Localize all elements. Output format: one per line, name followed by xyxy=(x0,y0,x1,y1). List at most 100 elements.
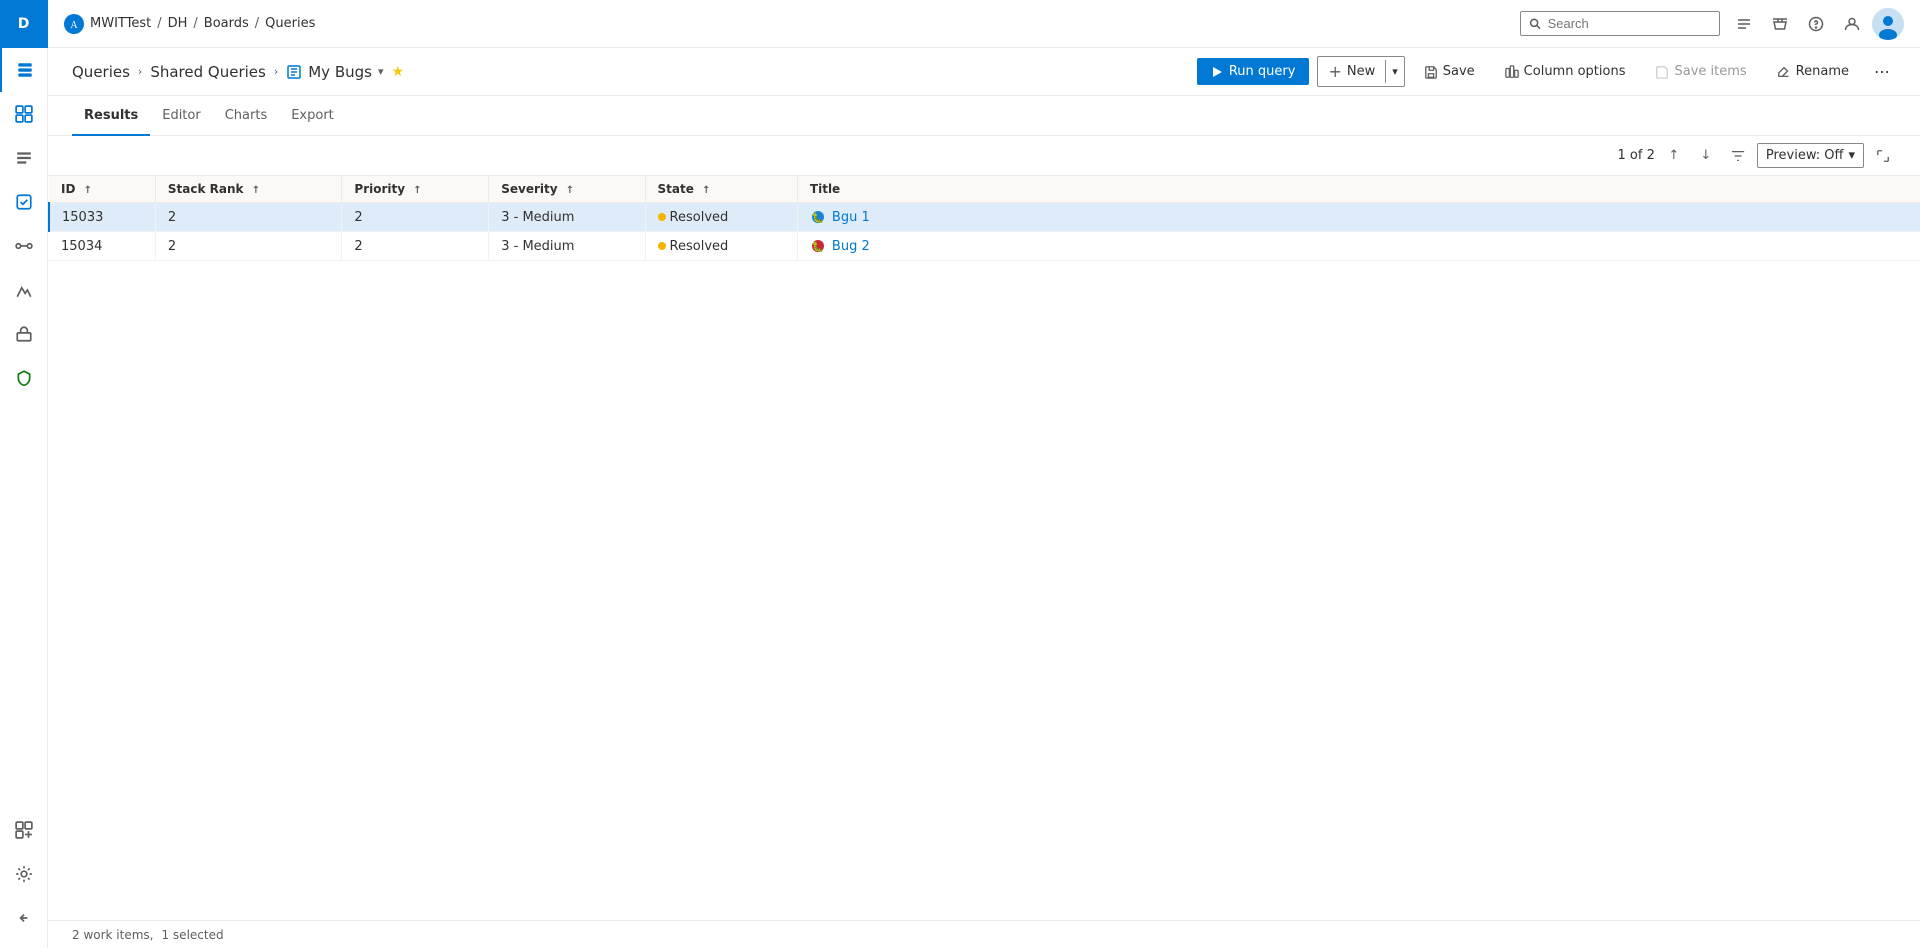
col-title[interactable]: Title xyxy=(797,176,1920,203)
pagination-down-button[interactable]: ↓ xyxy=(1693,143,1719,169)
checklist-icon[interactable] xyxy=(1728,8,1760,40)
col-id-sort: ↑ xyxy=(84,185,92,196)
preview-toggle[interactable]: Preview: Off ▾ xyxy=(1757,143,1864,168)
basket-icon[interactable] xyxy=(1764,8,1796,40)
tab-editor[interactable]: Editor xyxy=(150,96,212,136)
col-severity-sort: ↑ xyxy=(566,185,574,196)
col-state[interactable]: State ↑ xyxy=(645,176,797,203)
column-options-button[interactable]: Column options xyxy=(1494,58,1637,85)
cell-state-0: Resolved xyxy=(645,203,797,232)
account-icon[interactable] xyxy=(1836,8,1868,40)
preview-chevron: ▾ xyxy=(1848,148,1855,163)
save-items-label: Save items xyxy=(1674,64,1746,79)
sidebar-item-workitems[interactable] xyxy=(0,180,48,224)
state-dot-1 xyxy=(658,242,666,250)
cell-title-0[interactable]: 🐛 Bgu 1 xyxy=(797,203,1920,232)
table-container: ID ↑ Stack Rank ↑ Priority ↑ Severity ↑ xyxy=(48,176,1920,920)
state-text-1: Resolved xyxy=(670,239,729,254)
shared-queries-label: Shared Queries xyxy=(150,63,266,81)
breadcrumb-sep-2: / xyxy=(193,16,197,31)
breadcrumb-dh[interactable]: DH xyxy=(168,16,188,31)
new-button-main[interactable]: + New xyxy=(1318,57,1385,86)
save-icon xyxy=(1424,65,1438,79)
sidebar-item-extensions[interactable] xyxy=(0,808,48,852)
content-header: Queries › Shared Queries › My Bugs ▾ ★ R… xyxy=(48,48,1920,96)
cell-stack-rank-1: 2 xyxy=(155,232,342,261)
rename-icon xyxy=(1777,65,1791,79)
breadcrumb-boards[interactable]: Boards xyxy=(204,16,249,31)
col-severity-label: Severity xyxy=(501,182,557,196)
topbar-icons xyxy=(1728,8,1904,40)
main-content: A MWITTest / DH / Boards / Queries xyxy=(48,0,1920,948)
search-input[interactable] xyxy=(1548,16,1711,31)
rename-button[interactable]: Rename xyxy=(1766,58,1860,85)
run-query-label: Run query xyxy=(1229,64,1296,79)
breadcrumb-queries: Queries xyxy=(265,16,315,31)
sidebar-item-pipelines[interactable] xyxy=(0,224,48,268)
rename-label: Rename xyxy=(1796,64,1849,79)
search-icon xyxy=(1529,17,1542,31)
new-button-dropdown[interactable]: ▾ xyxy=(1385,60,1404,83)
search-box[interactable] xyxy=(1520,11,1720,36)
new-label: New xyxy=(1347,64,1375,79)
bug-link-0[interactable]: 🐛 Bgu 1 xyxy=(810,209,1908,225)
avatar[interactable] xyxy=(1872,8,1904,40)
col-state-sort: ↑ xyxy=(702,185,710,196)
pagination-up-button[interactable]: ↑ xyxy=(1661,143,1687,169)
save-items-icon xyxy=(1655,65,1669,79)
col-title-label: Title xyxy=(810,182,840,196)
run-query-button[interactable]: Run query xyxy=(1197,58,1310,85)
query-list-icon xyxy=(286,64,302,80)
col-stack-rank[interactable]: Stack Rank ↑ xyxy=(155,176,342,203)
results-table: ID ↑ Stack Rank ↑ Priority ↑ Severity ↑ xyxy=(48,176,1920,261)
work-items-count: 2 work items, xyxy=(72,928,153,942)
run-icon xyxy=(1211,66,1223,78)
tab-charts[interactable]: Charts xyxy=(213,96,280,136)
favorite-star-icon[interactable]: ★ xyxy=(392,64,405,80)
col-stack-rank-sort: ↑ xyxy=(252,185,260,196)
breadcrumb-project[interactable]: MWITTest xyxy=(90,16,151,31)
col-state-label: State xyxy=(658,182,694,196)
cell-priority-1: 2 xyxy=(342,232,489,261)
cell-title-1[interactable]: 🐛 Bug 2 xyxy=(797,232,1920,261)
sidebar-item-artifacts[interactable] xyxy=(0,312,48,356)
sidebar-item-worklist[interactable] xyxy=(0,136,48,180)
tab-results[interactable]: Results xyxy=(72,96,150,136)
col-id-label: ID xyxy=(61,182,75,196)
settings-icon[interactable] xyxy=(0,852,48,896)
pagination-bar: 1 of 2 ↑ ↓ Preview: Off ▾ xyxy=(48,136,1920,176)
query-dropdown-chevron[interactable]: ▾ xyxy=(378,65,384,78)
selected-count: 1 selected xyxy=(161,928,223,942)
breadcrumb-arrow-1: › xyxy=(138,65,142,78)
col-id[interactable]: ID ↑ xyxy=(49,176,155,203)
tab-export[interactable]: Export xyxy=(279,96,346,136)
col-severity[interactable]: Severity ↑ xyxy=(489,176,645,203)
sidebar-item-testplans[interactable] xyxy=(0,268,48,312)
collapse-icon[interactable] xyxy=(0,896,48,940)
save-items-button[interactable]: Save items xyxy=(1644,58,1757,85)
table-header-row: ID ↑ Stack Rank ↑ Priority ↑ Severity ↑ xyxy=(49,176,1920,203)
help-icon[interactable] xyxy=(1800,8,1832,40)
table-row[interactable]: 15034 2 2 3 - Medium Resolved 🐛 Bug 2 xyxy=(49,232,1920,261)
sidebar-item-security[interactable] xyxy=(0,356,48,400)
sidebar-logo[interactable]: D xyxy=(0,0,48,48)
svg-text:🐛: 🐛 xyxy=(812,240,824,253)
bug-link-1[interactable]: 🐛 Bug 2 xyxy=(810,238,1908,254)
breadcrumb-arrow-2: › xyxy=(274,65,278,78)
column-options-icon xyxy=(1505,65,1519,79)
filter-icon[interactable] xyxy=(1725,143,1751,169)
save-button[interactable]: Save xyxy=(1413,58,1486,85)
svg-text:🐛: 🐛 xyxy=(812,211,824,224)
cell-id-0: 15033 xyxy=(49,203,155,232)
col-priority[interactable]: Priority ↑ xyxy=(342,176,489,203)
table-row[interactable]: 15033 2 2 3 - Medium Resolved 🐛 Bgu 1 xyxy=(49,203,1920,232)
sidebar-item-summary[interactable] xyxy=(0,48,48,92)
topbar: A MWITTest / DH / Boards / Queries xyxy=(48,0,1920,48)
status-bar: 2 work items, 1 selected xyxy=(48,920,1920,948)
more-options-button[interactable]: ⋯ xyxy=(1868,58,1896,86)
expand-button[interactable] xyxy=(1870,143,1896,169)
col-stack-rank-label: Stack Rank xyxy=(168,182,244,196)
new-button-group: + New ▾ xyxy=(1317,56,1404,87)
breadcrumb: A MWITTest / DH / Boards / Queries xyxy=(64,14,315,34)
sidebar-item-boards[interactable] xyxy=(0,92,48,136)
